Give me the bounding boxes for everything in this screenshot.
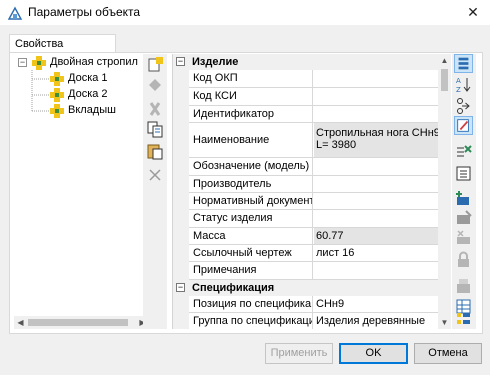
title-bar: Параметры объекта ✕ [0,0,490,25]
property-value[interactable] [314,88,438,105]
lock-icon[interactable] [454,250,473,269]
property-value[interactable] [314,176,438,192]
paste-element-icon[interactable] [146,142,164,160]
property-name: Позиция по специфика... [193,296,313,312]
settings-icon[interactable] [454,276,473,295]
cancel-button[interactable]: Отмена [414,343,482,364]
property-name: Идентификатор [191,106,313,122]
property-toolbar: A Z [452,54,476,329]
element-toolbar [143,54,167,329]
scroll-thumb[interactable] [28,319,128,326]
tree-item-root[interactable]: − Двойная стропил [18,55,148,71]
property-value[interactable]: Изделия деревянные [314,313,438,329]
assembly-icon [32,56,46,70]
rename-property-icon[interactable] [454,208,473,227]
element-icon [50,72,64,86]
grid-vertical-scrollbar[interactable]: ▲ ▼ [438,54,451,329]
scroll-down-icon[interactable]: ▼ [438,316,451,329]
property-value[interactable] [314,193,438,209]
property-name: Нормативный документ [193,193,313,209]
edit-properties-icon[interactable] [454,116,473,135]
property-name: Код КСИ [191,88,313,105]
property-row-designation[interactable]: Обозначение (модель) [189,158,438,176]
property-name: Группа по спецификации [193,313,313,329]
property-name: Статус изделия [191,210,313,227]
category-toggle[interactable]: − [176,283,185,292]
property-row-identifier[interactable]: Идентификатор [189,106,438,123]
tree-expander[interactable]: − [18,58,27,67]
add-element-icon[interactable] [146,56,164,74]
property-row-okp-code[interactable]: Код ОКП [189,70,438,88]
tree-item-label: Двойная стропил [50,56,138,68]
tree-item-board-1[interactable]: Доска 1 [50,71,148,87]
scroll-left-icon[interactable]: ◀ [14,316,27,329]
property-row-spec-position[interactable]: Позиция по специфика... СНн9 [189,296,438,313]
svg-text:Z: Z [456,86,461,94]
property-value: Стропильная нога СНн9 L= 3980 [314,123,438,157]
property-value[interactable]: СНн9 [314,296,438,312]
property-row-manufacturer[interactable]: Производитель [189,176,438,193]
clear-property-icon[interactable] [454,228,473,247]
apply-button[interactable]: Применить [265,343,333,364]
property-row-notes[interactable]: Примечания [189,262,438,280]
property-value[interactable] [314,158,438,175]
copy-element-icon[interactable] [146,120,164,138]
tree-item-label: Вкладыш [68,104,116,116]
object-params-app-icon [7,6,23,20]
category-toggle[interactable]: − [176,57,185,66]
window-title: Параметры объекта [28,5,141,19]
property-row-normative-doc[interactable]: Нормативный документ [189,193,438,210]
category-label: Изделие [192,56,239,68]
property-value[interactable] [314,70,438,87]
property-value: 60.77 [314,228,438,244]
add-property-icon[interactable] [454,188,473,207]
tree-item-label: Доска 2 [68,88,108,100]
expand-collapse-icon[interactable] [454,96,473,115]
category-specification[interactable]: − Спецификация [173,280,438,296]
property-name: Масса [191,228,313,244]
delete-property-icon[interactable] [454,142,473,161]
tree-item-board-2[interactable]: Доска 2 [50,87,148,103]
property-name: Ссылочный чертеж [191,245,313,261]
move-element-icon[interactable] [146,76,164,94]
category-label: Спецификация [192,282,275,294]
ok-button[interactable]: OK [339,343,408,364]
tree-horizontal-scrollbar[interactable]: ◀ ▶ [14,316,149,329]
property-value[interactable] [314,106,438,122]
property-name: Код ОКП [191,70,313,87]
property-row-name[interactable]: Наименование Стропильная нога СНн9 L= 39… [189,123,438,158]
element-icon [50,104,64,118]
tab-element-properties[interactable]: Свойства элемента [9,34,116,62]
svg-text:A: A [456,77,461,85]
property-name: Примечания [191,262,313,279]
element-tree[interactable]: − Двойная стропил Доска 1 Доска 2 Вклады… [14,54,149,329]
tree-item-insert[interactable]: Вкладыш [50,103,148,119]
category-product[interactable]: − Изделие [173,54,438,70]
scroll-thumb[interactable] [441,69,448,91]
property-row-mass[interactable]: Масса 60.77 [189,228,438,245]
property-value[interactable] [314,262,438,279]
tree-item-label: Доска 1 [68,72,108,84]
property-row-ksi-code[interactable]: Код КСИ [189,88,438,106]
property-name: Производитель [191,176,313,192]
property-value[interactable]: лист 16 [314,245,438,261]
remove-element-icon[interactable] [146,166,164,184]
property-row-status[interactable]: Статус изделия [189,210,438,228]
property-row-ref-drawing[interactable]: Ссылочный чертеж лист 16 [189,245,438,262]
scroll-up-icon[interactable]: ▲ [438,54,451,67]
property-name: Обозначение (модель) [191,158,313,175]
property-row-spec-group[interactable]: Группа по спецификации Изделия деревянны… [189,313,438,329]
element-icon [50,88,64,102]
list-properties-icon[interactable] [454,164,473,183]
delete-element-icon[interactable] [146,100,164,118]
close-button[interactable]: ✕ [456,0,490,25]
attributes-icon[interactable] [454,310,473,329]
property-name: Наименование [191,123,313,157]
property-value[interactable] [314,210,438,227]
sort-az-icon[interactable]: A Z [454,75,473,94]
property-grid[interactable]: − Изделие Код ОКП Код КСИ Идентификатор … [172,54,438,329]
categorized-view-icon[interactable] [454,54,473,73]
